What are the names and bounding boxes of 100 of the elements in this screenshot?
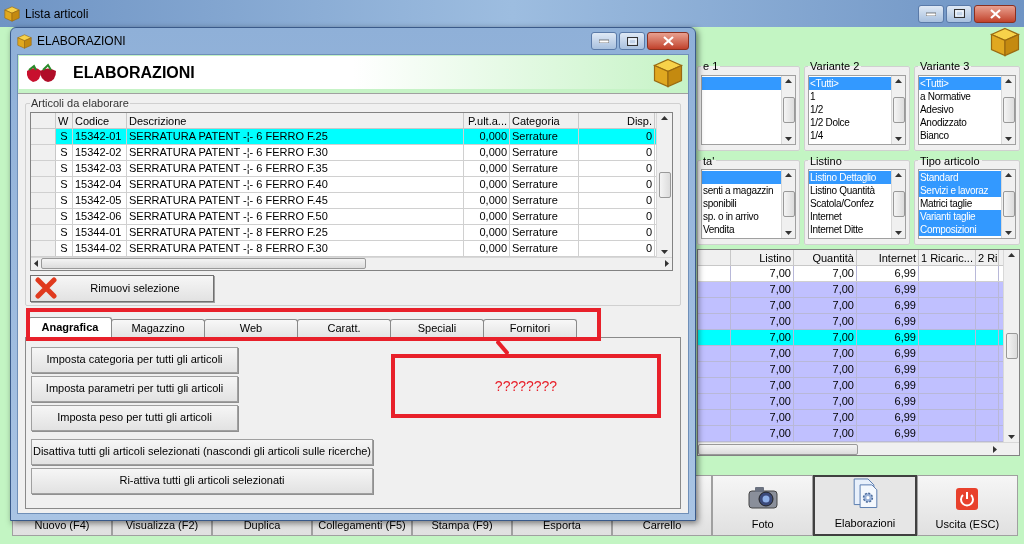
scrollbar-thumb[interactable] — [658, 171, 671, 198]
scroll-down-icon[interactable] — [1005, 136, 1012, 141]
vertical-scrollbar[interactable] — [656, 112, 672, 257]
list-item[interactable]: Adesivo — [919, 102, 1001, 116]
scrollbar-thumb[interactable] — [782, 191, 795, 217]
tab[interactable]: Speciali — [390, 318, 484, 337]
column-header[interactable]: P.ult.a... — [464, 112, 510, 128]
column-header[interactable]: Listino — [731, 250, 794, 265]
tab[interactable]: Fornitori — [483, 318, 577, 337]
list-box[interactable]: Standard Servizi e lavoraz Matrici taglie Varianti taglie Composizioni — [918, 169, 1016, 239]
vertical-scrollbar[interactable] — [1001, 170, 1015, 238]
scroll-up-icon[interactable] — [661, 115, 668, 120]
scrollbar-thumb[interactable] — [782, 96, 795, 123]
scroll-up-icon[interactable] — [1008, 253, 1015, 257]
table-row[interactable]: 7,00 7,00 6,99 — [698, 266, 1003, 282]
toolbar-button[interactable]: Uscita (ESC) — [916, 475, 1018, 536]
list-item[interactable]: sponibili — [702, 197, 781, 210]
scroll-right-icon[interactable] — [665, 260, 669, 267]
horizontal-scrollbar[interactable] — [698, 442, 1019, 455]
maximize-button[interactable] — [946, 4, 972, 23]
list-item[interactable]: Scatola/Confez — [809, 197, 891, 210]
tab[interactable]: Anagrafica — [28, 316, 112, 337]
scroll-up-icon[interactable] — [785, 78, 792, 83]
table-row[interactable]: 7,00 7,00 6,99 — [698, 314, 1003, 330]
scrollbar-thumb[interactable] — [892, 96, 905, 123]
list-item[interactable]: 1/4 — [809, 128, 891, 142]
scroll-left-icon[interactable] — [34, 260, 38, 267]
tab[interactable]: Web — [204, 318, 298, 337]
vertical-scrollbar[interactable] — [891, 170, 905, 238]
column-header[interactable]: Disp. — [579, 112, 655, 128]
column-header[interactable]: W — [56, 112, 73, 128]
scroll-down-icon[interactable] — [1008, 435, 1015, 439]
action-button[interactable]: Ri-attiva tutti gli articoli selezionati — [31, 467, 373, 494]
list-item[interactable]: senti a magazzin — [702, 184, 781, 197]
table-row[interactable]: 7,00 7,00 6,99 — [698, 362, 1003, 378]
scroll-up-icon[interactable] — [895, 78, 902, 83]
scroll-up-icon[interactable] — [895, 173, 902, 177]
table-row[interactable]: 7,00 7,00 6,99 — [698, 426, 1003, 442]
action-button[interactable]: Imposta categoria per tutti gli articoli — [31, 346, 238, 373]
vertical-scrollbar[interactable] — [781, 170, 795, 238]
list-item[interactable]: 1/2 Dolce — [809, 115, 891, 129]
scrollbar-thumb[interactable] — [698, 443, 858, 455]
table-row[interactable]: 7,00 7,00 6,99 — [698, 394, 1003, 410]
tab[interactable]: Magazzino — [111, 318, 205, 337]
scrollbar-thumb[interactable] — [1002, 96, 1015, 123]
scroll-down-icon[interactable] — [785, 136, 792, 141]
remove-selection-button[interactable]: Rimuovi selezione — [30, 274, 214, 302]
table-row[interactable]: 7,00 7,00 6,99 — [698, 330, 1003, 346]
scroll-up-icon[interactable] — [1005, 78, 1012, 83]
table-row[interactable]: 7,00 7,00 6,99 — [698, 410, 1003, 426]
list-box[interactable]: <Tutti> a Normative Adesivo Anodizzato Bianco — [918, 74, 1016, 145]
maximize-button[interactable] — [619, 32, 645, 50]
column-header[interactable]: Internet — [857, 250, 919, 265]
action-button[interactable]: Imposta parametri per tutti gli articoli — [31, 375, 238, 402]
table-row[interactable]: 7,00 7,00 6,99 — [698, 346, 1003, 362]
list-item[interactable]: Bianco — [919, 128, 1001, 142]
table-row[interactable]: 7,00 7,00 6,99 — [698, 378, 1003, 394]
column-header[interactable]: Descrizione — [127, 112, 464, 128]
list-item[interactable]: Matrici taglie — [919, 197, 1001, 210]
column-header[interactable]: Categoria — [510, 112, 579, 128]
column-header[interactable]: Codice — [73, 112, 127, 128]
list-item[interactable]: 1 — [809, 89, 891, 103]
list-item[interactable]: Internet Ditte — [809, 223, 891, 236]
minimize-button[interactable] — [918, 4, 944, 23]
list-item[interactable]: Vendita — [702, 223, 781, 236]
column-header[interactable]: 2 Ri — [976, 250, 999, 265]
scroll-down-icon[interactable] — [895, 231, 902, 235]
list-item[interactable]: 1/2 — [809, 102, 891, 116]
scroll-down-icon[interactable] — [785, 231, 792, 235]
list-item[interactable]: Anodizzato — [919, 115, 1001, 129]
close-button[interactable] — [647, 32, 689, 50]
close-button[interactable] — [974, 4, 1016, 23]
column-header[interactable]: 1 Ricaric... — [919, 250, 976, 265]
list-box[interactable]: senti a magazzin sponibili sp. o in arrivo Vendita — [701, 169, 796, 239]
toolbar-button[interactable]: Foto — [712, 475, 814, 536]
action-button[interactable]: Imposta peso per tutti gli articoli — [31, 404, 238, 431]
scroll-down-icon[interactable] — [661, 249, 668, 254]
vertical-scrollbar[interactable] — [891, 75, 905, 144]
scrollbar-thumb[interactable] — [1005, 333, 1018, 359]
scroll-up-icon[interactable] — [1005, 173, 1012, 177]
table-row[interactable]: 7,00 7,00 6,99 — [698, 298, 1003, 314]
list-box[interactable]: Listino Dettaglio Listino Quantità Scatola/Confez Internet Internet Ditte — [808, 169, 906, 239]
scroll-down-icon[interactable] — [1005, 231, 1012, 235]
table-row[interactable]: 7,00 7,00 6,99 — [698, 282, 1003, 298]
scrollbar-thumb[interactable] — [1002, 191, 1015, 217]
column-header[interactable]: Quantità — [794, 250, 857, 265]
scrollbar-thumb[interactable] — [892, 191, 905, 217]
list-box[interactable]: <Tutti> 1 1/2 1/2 Dolce 1/4 — [808, 74, 906, 145]
action-button[interactable]: Disattiva tutti gli articoli selezionati (nascondi gli articoli sulle ricerche) — [31, 438, 373, 465]
toolbar-button[interactable]: Elaborazioni — [813, 475, 917, 536]
tab[interactable]: Caratt. — [297, 318, 391, 337]
vertical-scrollbar[interactable] — [781, 75, 795, 144]
scrollbar-thumb[interactable] — [41, 258, 366, 269]
scroll-down-icon[interactable] — [895, 136, 902, 141]
vertical-scrollbar[interactable] — [1003, 250, 1019, 442]
scroll-right-icon[interactable] — [993, 445, 997, 453]
scroll-up-icon[interactable] — [785, 173, 792, 177]
vertical-scrollbar[interactable] — [1001, 75, 1015, 144]
list-item[interactable]: Listino Quantità — [809, 184, 891, 197]
list-item[interactable]: Internet — [809, 210, 891, 223]
